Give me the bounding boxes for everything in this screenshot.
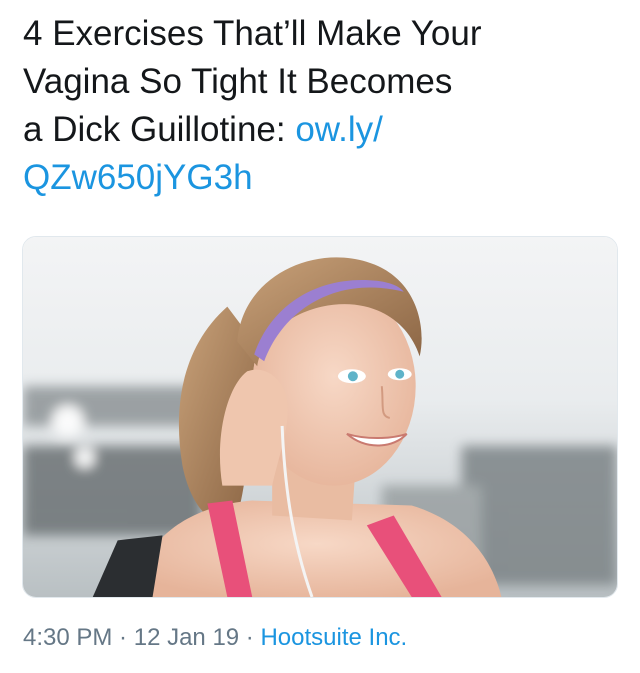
tweet-link-part2: QZw650jYG3h (23, 158, 253, 197)
photo-image (23, 237, 617, 597)
tweet-date[interactable]: 12 Jan 19 (134, 624, 239, 651)
meta-separator: · (239, 624, 261, 651)
tweet-text: 4 Exercises That’ll Make Your Vagina So … (23, 10, 623, 202)
tweet-photo[interactable] (22, 236, 618, 598)
tweet-text-line3: a Dick Guillotine: (23, 110, 296, 149)
tweet-text-line1: 4 Exercises That’ll Make Your (23, 14, 482, 53)
meta-separator: · (112, 624, 134, 651)
tweet-text-line2: Vagina So Tight It Becomes (23, 62, 453, 101)
tweet-source-link[interactable]: Hootsuite Inc. (260, 624, 407, 651)
tweet-meta: 4:30 PM · 12 Jan 19 · Hootsuite Inc. (23, 622, 407, 654)
tweet-link-part1: ow.ly/ (295, 110, 383, 149)
tweet-time[interactable]: 4:30 PM (23, 624, 112, 651)
